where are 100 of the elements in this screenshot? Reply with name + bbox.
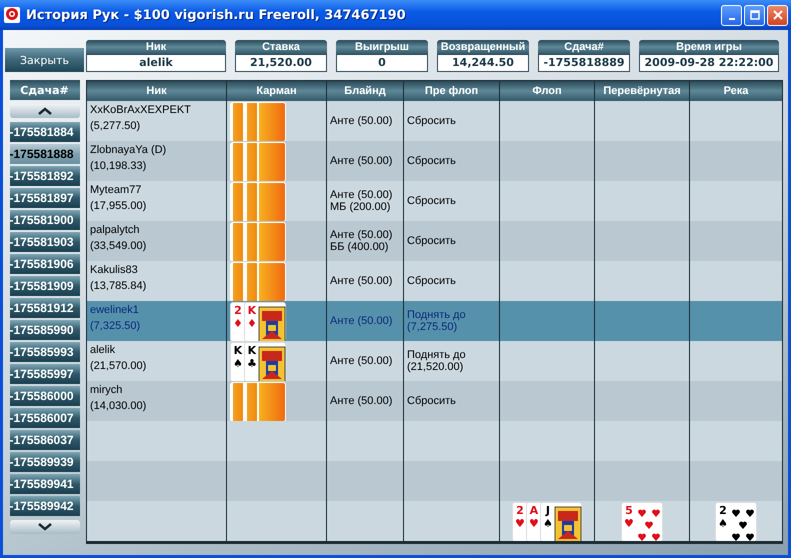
hand-list-item[interactable]: -175581903 <box>10 232 80 252</box>
field-label: Выигрыш <box>336 40 428 54</box>
card-rank: J <box>546 504 550 517</box>
field-value: -1755818889 <box>538 54 630 72</box>
close-window-button[interactable]: Закрыть <box>5 48 84 72</box>
minimize-button[interactable] <box>721 4 742 26</box>
field-value: 21,520.00 <box>235 54 327 72</box>
action-text: Сбросить <box>407 235 457 247</box>
hand-list-item[interactable]: -175586000 <box>10 386 80 406</box>
field-label: Время игры <box>639 40 779 54</box>
card-rank: A <box>530 504 538 517</box>
blind-text: Анте (50.00) <box>330 315 394 327</box>
player-name: XxKoBrAxXEXPEKT <box>90 104 192 116</box>
card-rank: K <box>248 304 256 317</box>
card-back <box>244 142 286 181</box>
chevron-up-icon <box>38 107 52 115</box>
minimize-icon <box>728 18 734 20</box>
action-text: Сбросить <box>407 155 457 167</box>
card-back <box>244 102 286 141</box>
blind-text: МБ (200.00) <box>330 201 392 213</box>
action-text: (7,275.50) <box>407 321 458 333</box>
card-rank: 2 <box>234 304 242 317</box>
card-rank: K <box>248 344 256 357</box>
field-value: 2009-09-28 22:22:00 <box>639 54 779 72</box>
action-text: Сбросить <box>407 275 457 287</box>
hand-list-item[interactable]: -175581892 <box>10 166 80 186</box>
field-value: 0 <box>336 54 428 72</box>
card-rank: K <box>234 344 242 357</box>
player-name: ZlobnayaYa (D) <box>90 144 168 156</box>
column-header: Ник <box>87 81 226 101</box>
column-header: Карман <box>227 81 326 101</box>
action-text: (21,520.00) <box>407 361 464 373</box>
action-text: Поднять до <box>407 309 467 321</box>
player-name: mirych <box>90 384 124 396</box>
card-back <box>244 182 286 221</box>
field-label: Сдача# <box>538 40 630 54</box>
field-label: Ставка <box>235 40 327 54</box>
player-stack: (5,277.50) <box>90 120 142 132</box>
court-figure-drawing <box>258 345 286 381</box>
player-stack: (21,570.00) <box>90 360 148 372</box>
action-text: Сбросить <box>407 115 457 127</box>
player-stack: (14,030.00) <box>90 400 148 412</box>
column-header: Блайнд <box>327 81 403 101</box>
card-rank: 5 <box>625 504 633 517</box>
hand-list-item[interactable]: -175581909 <box>10 276 80 296</box>
field-value: 14,244.50 <box>437 54 529 72</box>
scroll-down-button[interactable] <box>10 520 80 534</box>
window-title: История Рук - $100 vigorish.ru Freeroll, 347467190 <box>26 8 407 22</box>
hand-list-item[interactable]: -175589941 <box>10 474 80 494</box>
hand-list-item[interactable]: -175585990 <box>10 320 80 340</box>
blind-text: Анте (50.00) <box>330 155 394 167</box>
blind-text: ББ (400.00) <box>330 241 390 253</box>
player-name: Myteam77 <box>90 184 142 196</box>
hand-list-item[interactable]: -175585993 <box>10 342 80 362</box>
hand-list-item[interactable]: -175586007 <box>10 408 80 428</box>
player-name: alelik <box>90 344 116 356</box>
card-suit: ♥ <box>529 517 539 530</box>
action-text: Поднять до <box>407 349 467 361</box>
hand-list-item[interactable]: -175586037 <box>10 430 80 450</box>
hand-list-item[interactable]: -175581900 <box>10 210 80 230</box>
hand-list-item[interactable]: -175589939 <box>10 452 80 472</box>
card-suit: ♥ <box>515 517 525 530</box>
app-icon <box>4 7 20 23</box>
blind-text: Анте (50.00) <box>330 395 394 407</box>
player-stack: (17,955.00) <box>90 200 148 212</box>
field-label: Ник <box>86 40 226 54</box>
card-suit: ♠ <box>543 517 553 530</box>
scroll-up-button[interactable] <box>10 104 80 118</box>
player-name: ewelinek1 <box>90 304 140 316</box>
hand-list-item[interactable]: -175581906 <box>10 254 80 274</box>
player-stack: (33,549.00) <box>90 240 148 252</box>
maximize-button[interactable] <box>744 4 765 26</box>
hand-list-item[interactable]: -175581888 <box>10 144 80 164</box>
card-suit: ♦ <box>247 317 257 330</box>
maximize-icon <box>750 10 760 20</box>
court-figure-drawing <box>258 305 286 341</box>
action-text: Сбросить <box>407 395 457 407</box>
blind-text: Анте (50.00) <box>330 275 394 287</box>
card-suit: ♥ <box>624 517 634 530</box>
close-icon <box>772 10 782 20</box>
column-header: Река <box>690 81 782 101</box>
hand-list-item[interactable]: -175581912 <box>10 298 80 318</box>
close-button[interactable] <box>767 4 788 26</box>
hand-list-item[interactable]: -175585997 <box>10 364 80 384</box>
hand-list-item[interactable]: -175581884 <box>10 122 80 142</box>
blind-text: Анте (50.00) <box>330 115 394 127</box>
column-header: Перевёрнутая <box>595 81 689 101</box>
action-text: Сбросить <box>407 195 457 207</box>
court-figure-drawing <box>554 505 582 541</box>
blind-text: Анте (50.00) <box>330 355 394 367</box>
player-stack: (7,325.50) <box>90 320 142 332</box>
field-label: Возвращенный <box>437 40 529 54</box>
card-suit: ♣ <box>247 357 257 370</box>
player-name: palpalytch <box>90 224 141 236</box>
blind-text: Анте (50.00) <box>330 229 394 241</box>
column-header: Пре флоп <box>404 81 499 101</box>
card-back <box>244 222 286 261</box>
hand-list-item[interactable]: -175589942 <box>10 496 80 516</box>
hand-list-item[interactable]: -175581897 <box>10 188 80 208</box>
field-value: alelik <box>86 54 226 72</box>
